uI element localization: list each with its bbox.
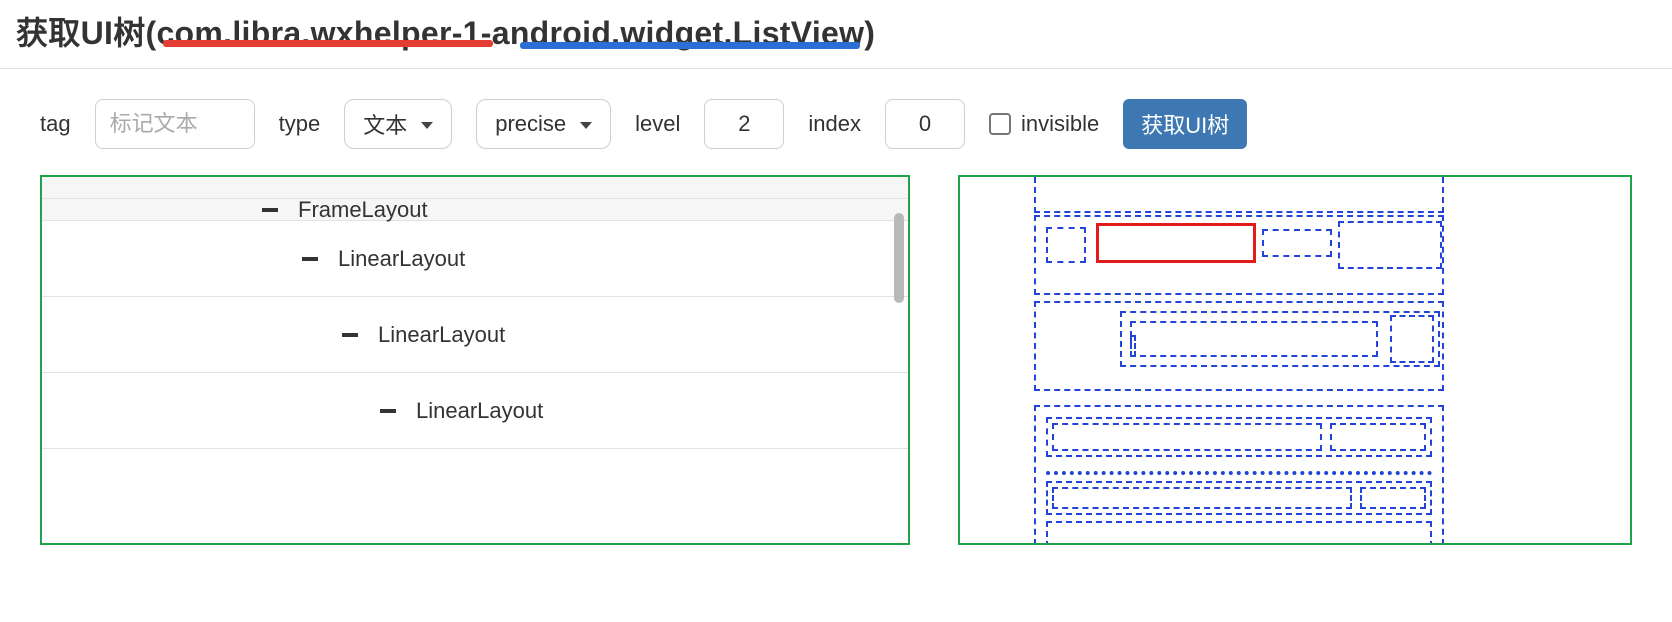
tree-row-label: LinearLayout — [416, 398, 543, 424]
underline-annotation-red — [163, 40, 493, 47]
invisible-label: invisible — [1021, 111, 1099, 137]
wire-rect — [1130, 321, 1378, 357]
chevron-down-icon — [580, 122, 592, 129]
wire-rect — [1360, 487, 1426, 509]
wire-rect — [1130, 335, 1136, 357]
divider — [0, 68, 1672, 69]
tree-row[interactable]: LinearLayout — [42, 297, 908, 373]
wire-rect — [1046, 521, 1432, 545]
chevron-down-icon — [421, 122, 433, 129]
type-dropdown-value: 文本 — [363, 108, 407, 140]
tree-row-label: FrameLayout — [298, 197, 428, 223]
wire-rect — [1262, 229, 1332, 257]
tree-header-row — [42, 177, 908, 199]
scrollbar-thumb[interactable] — [894, 213, 904, 303]
collapse-icon[interactable] — [262, 208, 278, 212]
type-dropdown[interactable]: 文本 — [344, 99, 452, 149]
tag-input[interactable] — [95, 99, 255, 149]
index-label: index — [808, 111, 861, 137]
collapse-icon[interactable] — [380, 409, 396, 413]
tree-row-label: LinearLayout — [378, 322, 505, 348]
level-input[interactable] — [704, 99, 784, 149]
type-label: type — [279, 111, 321, 137]
level-label: level — [635, 111, 680, 137]
panels: FrameLayout LinearLayout LinearLayout Linea… — [0, 175, 1672, 545]
wire-rect — [1052, 423, 1322, 451]
wire-line — [1046, 471, 1432, 475]
wire-rect — [1330, 423, 1426, 451]
fetch-ui-tree-button[interactable]: 获取UI树 — [1123, 99, 1247, 149]
tree-scroll[interactable]: FrameLayout LinearLayout LinearLayout Linea… — [42, 177, 908, 543]
preview-panel — [958, 175, 1632, 545]
precise-dropdown-value: precise — [495, 111, 566, 137]
page-title: 获取UI树(com.libra.wxhelper-1-android.widge… — [0, 0, 1672, 68]
invisible-checkbox[interactable] — [989, 113, 1011, 135]
underline-annotation-blue — [520, 42, 860, 49]
wire-rect — [1390, 315, 1434, 363]
tree-row[interactable]: FrameLayout — [42, 199, 908, 221]
wire-rect — [1052, 487, 1352, 509]
invisible-checkbox-wrap[interactable]: invisible — [989, 111, 1099, 137]
wire-rect — [1046, 227, 1086, 263]
tag-label: tag — [40, 111, 71, 137]
tree-row[interactable]: LinearLayout — [42, 373, 908, 449]
index-input[interactable] — [885, 99, 965, 149]
collapse-icon[interactable] — [302, 257, 318, 261]
precise-dropdown[interactable]: precise — [476, 99, 611, 149]
tree-row[interactable]: LinearLayout — [42, 221, 908, 297]
wire-rect — [1338, 221, 1442, 269]
selected-rect — [1096, 223, 1256, 263]
toolbar: tag type 文本 precise level index invisibl… — [0, 99, 1672, 175]
wire-rect — [1034, 177, 1444, 213]
collapse-icon[interactable] — [342, 333, 358, 337]
tree-row-label: LinearLayout — [338, 246, 465, 272]
tree-panel: FrameLayout LinearLayout LinearLayout Linea… — [40, 175, 910, 545]
